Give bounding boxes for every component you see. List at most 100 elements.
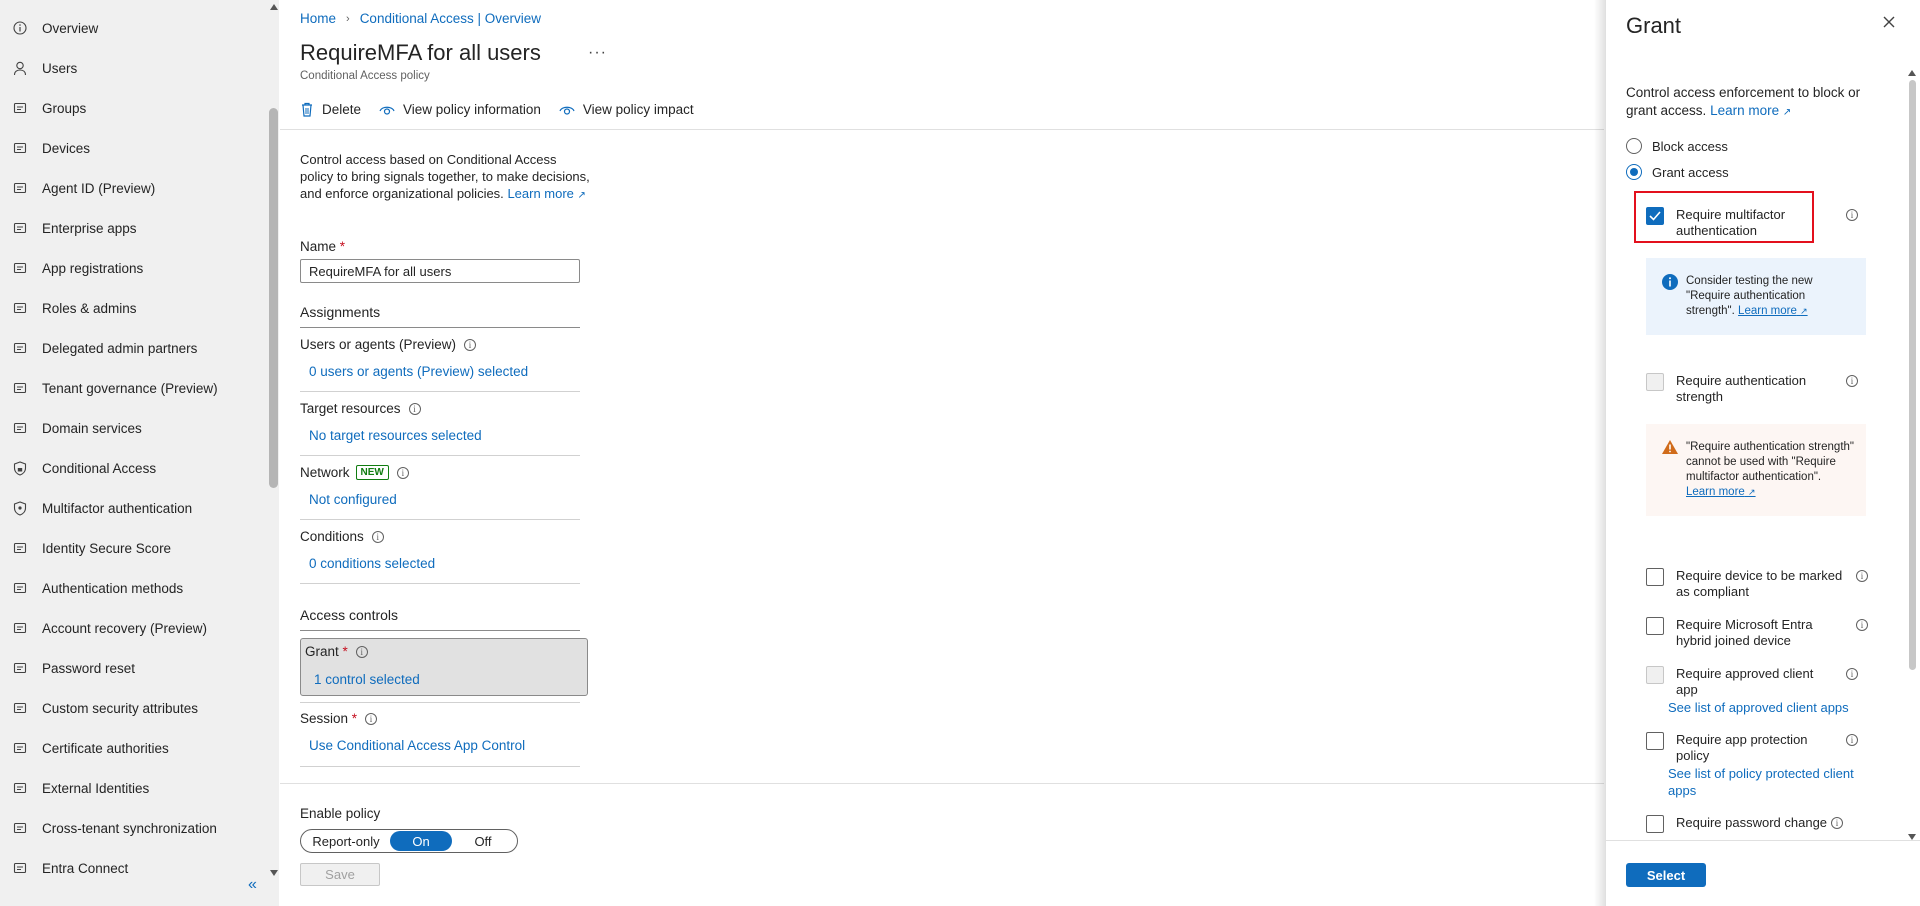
divider	[300, 766, 580, 767]
info-icon[interactable]: i	[1831, 817, 1843, 829]
target-resources-link[interactable]: No target resources selected	[309, 428, 482, 443]
conditions-link[interactable]: 0 conditions selected	[309, 556, 435, 571]
name-input[interactable]	[300, 259, 580, 283]
delete-button[interactable]: Delete	[300, 102, 361, 117]
grant-row[interactable]: Grant * i 1 control selected	[300, 638, 588, 696]
info-icon[interactable]: i	[396, 466, 409, 479]
warning-learn-more-link[interactable]: Learn more ↗	[1686, 486, 1756, 498]
sidebar-item-enterprise-apps[interactable]: Enterprise apps	[0, 208, 268, 248]
require-compliant-device-label: Require device to be marked as compliant	[1676, 568, 1843, 599]
sidebar-item-groups[interactable]: Groups	[0, 88, 268, 128]
sidebar-item-label: Agent ID (Preview)	[42, 180, 156, 196]
sidebar-item-identity-secure-score[interactable]: Identity Secure Score	[0, 528, 268, 568]
require-approved-app-checkbox	[1646, 666, 1664, 684]
info-icon[interactable]: i	[1846, 375, 1858, 387]
info-icon[interactable]: i	[371, 530, 384, 543]
sidebar-item-password-reset[interactable]: Password reset	[0, 648, 268, 688]
sidebar-item-domain-services[interactable]: Domain services	[0, 408, 268, 448]
require-password-change-checkbox[interactable]	[1646, 815, 1664, 833]
require-hybrid-joined-checkbox[interactable]	[1646, 617, 1664, 635]
sidebar-item-delegated-admin-partners[interactable]: Delegated admin partners	[0, 328, 268, 368]
sidebar-item-label: Delegated admin partners	[42, 340, 198, 356]
network-link[interactable]: Not configured	[309, 492, 397, 507]
require-compliant-device-checkbox[interactable]	[1646, 568, 1664, 586]
save-button[interactable]: Save	[300, 863, 380, 886]
sidebar-item-certificate-authorities[interactable]: Certificate authorities	[0, 728, 268, 768]
toggle-off[interactable]: Off	[452, 831, 514, 851]
info-icon[interactable]: i	[1846, 734, 1858, 746]
required-mark: *	[342, 644, 348, 659]
more-options-button[interactable]: ···	[588, 44, 607, 62]
sidebar-item-conditional-access[interactable]: Conditional Access	[0, 448, 268, 488]
info-icon[interactable]: i	[1856, 570, 1868, 582]
panel-learn-more-link[interactable]: Learn more ↗	[1710, 103, 1791, 118]
view-policy-information-button[interactable]: View policy information	[379, 102, 541, 117]
info-icon[interactable]: i	[355, 645, 368, 658]
scrollbar-thumb[interactable]	[1909, 80, 1916, 670]
sidebar-item-label: Groups	[42, 100, 87, 116]
view-policy-impact-button[interactable]: View policy impact	[559, 102, 694, 117]
block-access-radio[interactable]: Block access	[1626, 138, 1728, 154]
scrollbar-thumb[interactable]	[269, 108, 278, 488]
scroll-down-arrow-icon[interactable]	[270, 870, 278, 876]
info-icon[interactable]: i	[1846, 209, 1858, 221]
sidebar-item-authentication-methods[interactable]: Authentication methods	[0, 568, 268, 608]
grant-controls-link[interactable]: 1 control selected	[314, 672, 420, 687]
checkmark-icon	[1649, 211, 1661, 221]
conditions-label: Conditions	[300, 529, 364, 544]
grant-access-label: Grant access	[1652, 164, 1729, 180]
require-approved-app-label: Require approved client app	[1676, 666, 1814, 697]
require-mfa-label: Require multifactor authentication	[1676, 207, 1786, 238]
learn-more-link[interactable]: Learn more ↗	[507, 186, 586, 201]
collapse-sidebar-icon[interactable]: «	[248, 876, 257, 894]
require-password-change-label: Require password change	[1676, 815, 1828, 830]
sidebar-item-app-registrations[interactable]: App registrations	[0, 248, 268, 288]
sidebar-item-custom-security-attributes[interactable]: Custom security attributes	[0, 688, 268, 728]
session-link[interactable]: Use Conditional Access App Control	[309, 738, 525, 753]
breadcrumb-conditional-access[interactable]: Conditional Access | Overview	[360, 11, 541, 26]
toggle-on[interactable]: On	[390, 831, 452, 851]
panel-title: Grant	[1626, 13, 1682, 38]
sidebar-item-label: Authentication methods	[42, 580, 184, 596]
info-icon[interactable]: i	[1856, 619, 1868, 631]
info-icon[interactable]: i	[365, 712, 378, 725]
toggle-report-only[interactable]: Report-only	[302, 831, 390, 851]
sidebar-item-overview[interactable]: Overview	[0, 8, 268, 48]
panel-scrollbar[interactable]	[1906, 70, 1918, 840]
scroll-up-arrow-icon[interactable]	[270, 4, 278, 10]
view-policy-information-label: View policy information	[403, 102, 541, 117]
require-app-protection-checkbox[interactable]	[1646, 732, 1664, 750]
sidebar-item-account-recovery-preview[interactable]: Account recovery (Preview)	[0, 608, 268, 648]
info-icon[interactable]: i	[408, 402, 421, 415]
sidebar-item-entra-connect[interactable]: Entra Connect	[0, 848, 268, 888]
select-button[interactable]: Select	[1626, 863, 1706, 887]
breadcrumb-home[interactable]: Home	[300, 11, 336, 26]
close-icon[interactable]	[1883, 16, 1895, 28]
info-icon[interactable]: i	[1846, 668, 1858, 680]
sidebar-item-external-identities[interactable]: External Identities	[0, 768, 268, 808]
sidebar-item-tenant-governance-preview[interactable]: Tenant governance (Preview)	[0, 368, 268, 408]
sidebar-item-multifactor-authentication[interactable]: Multifactor authentication	[0, 488, 268, 528]
scroll-up-arrow-icon[interactable]	[1908, 70, 1916, 76]
sidebar-item-agent-id-preview[interactable]: Agent ID (Preview)	[0, 168, 268, 208]
sidebar-scrollbar[interactable]	[268, 0, 279, 880]
info-learn-more-link[interactable]: Learn more ↗	[1738, 305, 1808, 317]
sidebar-item-label: Multifactor authentication	[42, 500, 193, 516]
grant-access-radio[interactable]: Grant access	[1626, 164, 1729, 180]
sidebar-item-devices[interactable]: Devices	[0, 128, 268, 168]
require-mfa-checkbox[interactable]	[1646, 207, 1664, 225]
sidebar-item-cross-tenant-synchronization[interactable]: Cross-tenant synchronization	[0, 808, 268, 848]
sidebar-item-roles-admins[interactable]: Roles & admins	[0, 288, 268, 328]
conditions-row-label: Conditions i	[300, 529, 384, 544]
network-label: Network	[300, 465, 350, 480]
warning-icon	[1662, 440, 1678, 454]
sidebar-item-label: Overview	[42, 20, 99, 36]
info-icon[interactable]: i	[464, 338, 477, 351]
sidebar-item-users[interactable]: Users	[0, 48, 268, 88]
sidebar-item-label: Devices	[42, 140, 91, 156]
approved-apps-link[interactable]: See list of approved client apps	[1668, 699, 1868, 716]
users-selection-link[interactable]: 0 users or agents (Preview) selected	[309, 364, 528, 379]
protected-apps-link[interactable]: See list of policy protected client apps	[1668, 765, 1868, 799]
sidebar-item-label: Roles & admins	[42, 300, 137, 316]
name-label: Name *	[300, 239, 345, 254]
